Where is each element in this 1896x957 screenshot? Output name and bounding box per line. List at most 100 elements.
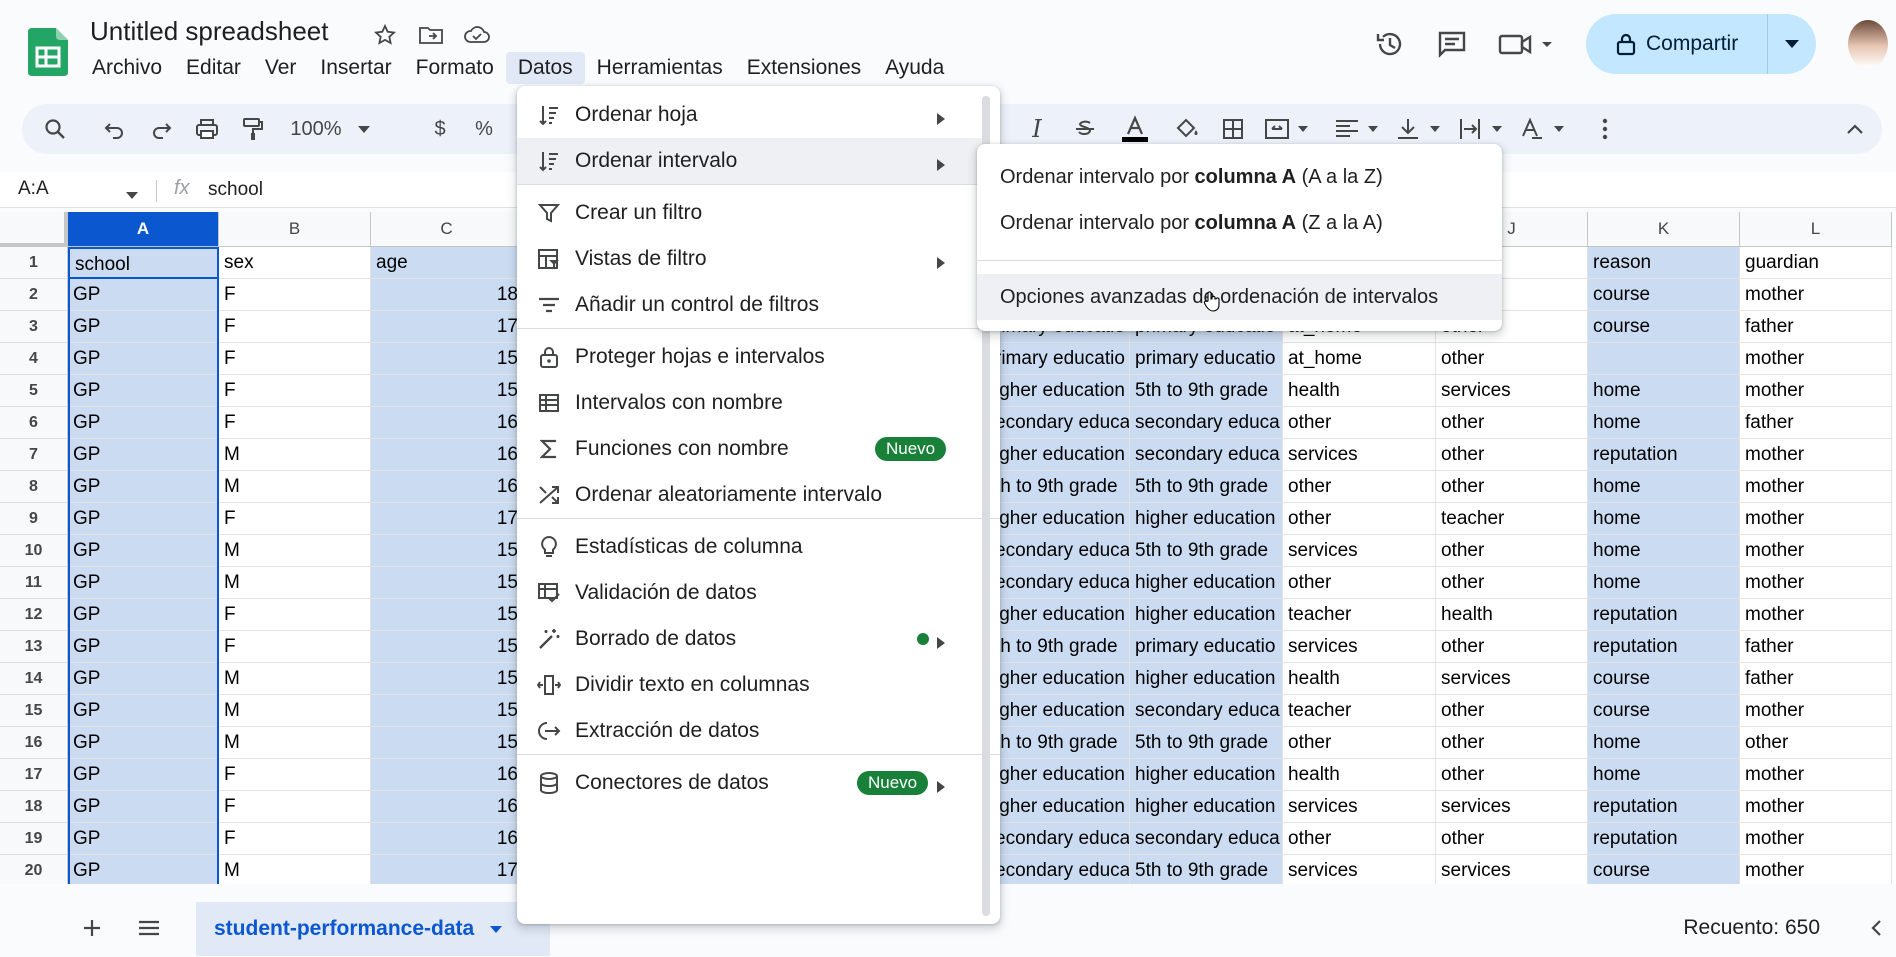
- cell-l-row-19[interactable]: reputation: [1588, 823, 1740, 855]
- cell-m-row-16[interactable]: other: [1740, 727, 1892, 759]
- row-header[interactable]: 14: [0, 663, 68, 695]
- cell-j-row-10[interactable]: services: [1283, 535, 1436, 567]
- datos-menu-item-dividir-texto-en-columnas[interactable]: Dividir texto en columnas: [517, 662, 987, 708]
- cell-h-row-8[interactable]: th to 9th grade: [990, 471, 1130, 503]
- cell-j-row-11[interactable]: other: [1283, 567, 1436, 599]
- cell-c-row-7[interactable]: 16: [371, 439, 523, 471]
- cell-h-row-9[interactable]: igher education: [990, 503, 1130, 535]
- cell-c-row-17[interactable]: 16: [371, 759, 523, 791]
- column-header-a[interactable]: A: [68, 212, 219, 247]
- datos-menu-item-validacion-de-datos[interactable]: Validación de datos: [517, 570, 987, 616]
- datos-menu-item-estadisticas-de-columna[interactable]: Estadísticas de columna: [517, 524, 987, 570]
- cell-l-row-7[interactable]: reputation: [1588, 439, 1740, 471]
- cell-a-row-7[interactable]: GP: [68, 439, 219, 471]
- cell-a-row-2[interactable]: GP: [68, 279, 219, 311]
- document-title[interactable]: Untitled spreadsheet: [90, 16, 328, 47]
- cell-a-row-9[interactable]: GP: [68, 503, 219, 535]
- cell-l-row-14[interactable]: course: [1588, 663, 1740, 695]
- cell-m-row-10[interactable]: mother: [1740, 535, 1892, 567]
- cell-l-row-12[interactable]: reputation: [1588, 599, 1740, 631]
- cell-c-row-16[interactable]: 15: [371, 727, 523, 759]
- cell-j-row-20[interactable]: services: [1283, 855, 1436, 884]
- menu-editar[interactable]: Editar: [174, 52, 253, 84]
- row-header[interactable]: 8: [0, 471, 68, 503]
- row-header[interactable]: 3: [0, 311, 68, 343]
- row-header[interactable]: 6: [0, 407, 68, 439]
- currency-format-button[interactable]: $: [430, 104, 450, 154]
- menu-formato[interactable]: Formato: [404, 52, 506, 84]
- cell-i-row-9[interactable]: higher education: [1130, 503, 1283, 535]
- cell-j-row-13[interactable]: services: [1283, 631, 1436, 663]
- cell-i-row-16[interactable]: 5th to 9th grade: [1130, 727, 1283, 759]
- cell-l-row-4[interactable]: [1588, 343, 1740, 375]
- cell-l-row-17[interactable]: home: [1588, 759, 1740, 791]
- cell-b-row-17[interactable]: F: [219, 759, 371, 791]
- column-header-k[interactable]: K: [1588, 212, 1740, 247]
- cell-a-row-20[interactable]: GP: [68, 855, 219, 884]
- cell-l-row-9[interactable]: home: [1588, 503, 1740, 535]
- cell-k-row-9[interactable]: teacher: [1436, 503, 1588, 535]
- cell-i-row-6[interactable]: secondary educa: [1130, 407, 1283, 439]
- version-history-icon[interactable]: [1366, 20, 1414, 68]
- cell-i-row-4[interactable]: primary educatio: [1130, 343, 1283, 375]
- cell-b-row-6[interactable]: F: [219, 407, 371, 439]
- all-sheets-menu-icon[interactable]: [131, 910, 167, 946]
- cell-k-row-15[interactable]: other: [1436, 695, 1588, 727]
- cell-b-row-2[interactable]: F: [219, 279, 371, 311]
- cell-b-row-4[interactable]: F: [219, 343, 371, 375]
- selection-count[interactable]: Recuento: 650: [1683, 916, 1820, 940]
- cell-i-row-11[interactable]: higher education: [1130, 567, 1283, 599]
- cell-m-row-1[interactable]: guardian: [1740, 247, 1892, 279]
- cell-c-row-12[interactable]: 15: [371, 599, 523, 631]
- datos-menu-item-proteger-hojas-e-intervalos[interactable]: Proteger hojas e intervalos: [517, 334, 987, 380]
- cell-a-row-12[interactable]: GP: [68, 599, 219, 631]
- add-sheet-icon[interactable]: [74, 910, 110, 946]
- cell-h-row-15[interactable]: igher education: [990, 695, 1130, 727]
- cell-k-row-19[interactable]: other: [1436, 823, 1588, 855]
- cell-h-row-14[interactable]: igher education: [990, 663, 1130, 695]
- cell-h-row-5[interactable]: igher education: [990, 375, 1130, 407]
- row-header[interactable]: 4: [0, 343, 68, 375]
- cell-a-row-13[interactable]: GP: [68, 631, 219, 663]
- cell-j-row-15[interactable]: teacher: [1283, 695, 1436, 727]
- cell-c-row-1[interactable]: age: [371, 247, 523, 279]
- cell-l-row-20[interactable]: course: [1588, 855, 1740, 884]
- cell-c-row-15[interactable]: 15: [371, 695, 523, 727]
- cell-k-row-8[interactable]: other: [1436, 471, 1588, 503]
- datos-menu-item-anadir-un-control-de-filtros[interactable]: Añadir un control de filtros: [517, 282, 987, 328]
- cell-c-row-18[interactable]: 16: [371, 791, 523, 823]
- row-header[interactable]: 10: [0, 535, 68, 567]
- cell-j-row-8[interactable]: other: [1283, 471, 1436, 503]
- cell-j-row-17[interactable]: health: [1283, 759, 1436, 791]
- cell-a-row-1[interactable]: school: [68, 247, 219, 279]
- print-icon[interactable]: [192, 104, 222, 154]
- row-header[interactable]: 17: [0, 759, 68, 791]
- cell-k-row-6[interactable]: other: [1436, 407, 1588, 439]
- datos-menu-item-borrado-de-datos[interactable]: Borrado de datos: [517, 616, 987, 662]
- row-header[interactable]: 9: [0, 503, 68, 535]
- cell-c-row-9[interactable]: 17: [371, 503, 523, 535]
- row-header[interactable]: 18: [0, 791, 68, 823]
- cell-m-row-9[interactable]: mother: [1740, 503, 1892, 535]
- cell-k-row-11[interactable]: other: [1436, 567, 1588, 599]
- cell-l-row-16[interactable]: home: [1588, 727, 1740, 759]
- cell-j-row-9[interactable]: other: [1283, 503, 1436, 535]
- datos-menu-item-vistas-de-filtro[interactable]: Vistas de filtro: [517, 236, 987, 282]
- datos-menu-item-extraccion-de-datos[interactable]: Extracción de datos: [517, 708, 987, 754]
- datos-menu-item-ordenar-intervalo[interactable]: Ordenar intervalo: [517, 138, 987, 184]
- menu-ver[interactable]: Ver: [253, 52, 309, 84]
- cell-k-row-16[interactable]: other: [1436, 727, 1588, 759]
- cell-j-row-6[interactable]: other: [1283, 407, 1436, 439]
- cell-a-row-5[interactable]: GP: [68, 375, 219, 407]
- cell-c-row-6[interactable]: 16: [371, 407, 523, 439]
- cell-j-row-7[interactable]: services: [1283, 439, 1436, 471]
- zoom-value[interactable]: 100%: [286, 104, 346, 154]
- cell-m-row-6[interactable]: father: [1740, 407, 1892, 439]
- cell-i-row-19[interactable]: secondary educa: [1130, 823, 1283, 855]
- search-menus-icon[interactable]: [40, 104, 70, 154]
- cell-a-row-6[interactable]: GP: [68, 407, 219, 439]
- cell-l-row-15[interactable]: course: [1588, 695, 1740, 727]
- cell-h-row-20[interactable]: econdary educa: [990, 855, 1130, 884]
- cell-h-row-18[interactable]: igher education: [990, 791, 1130, 823]
- avatar[interactable]: [1848, 20, 1888, 68]
